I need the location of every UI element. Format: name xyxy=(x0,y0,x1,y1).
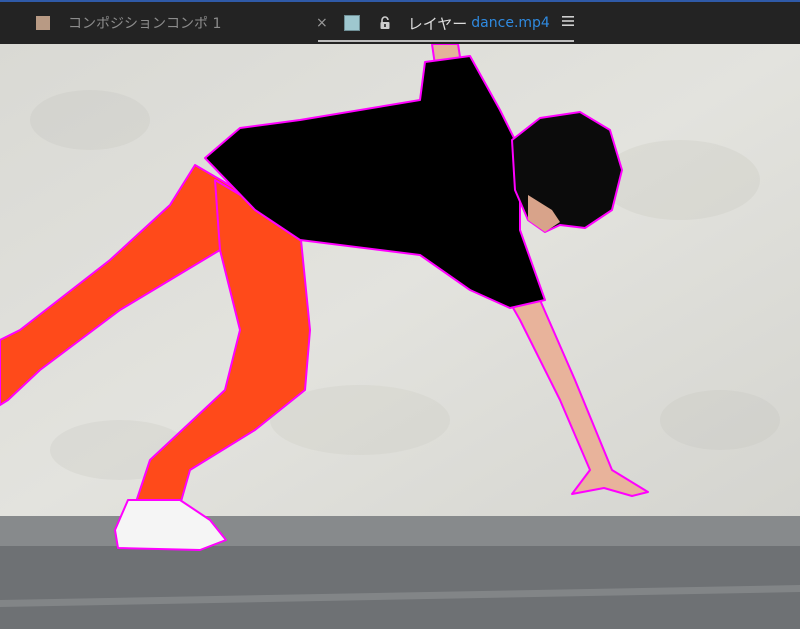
unlock-icon[interactable] xyxy=(378,16,392,30)
active-tab-indicator xyxy=(318,40,574,42)
hamburger-menu-icon[interactable] xyxy=(562,15,574,27)
layer-tab-label: レイヤー xyxy=(407,14,468,33)
video-frame xyxy=(0,44,800,629)
layer-source-file: dance.mp4 xyxy=(471,15,550,31)
layer-color-swatch xyxy=(343,15,360,31)
tab-layer[interactable]: × レイヤー dance.mp4 xyxy=(316,2,550,44)
composition-color-swatch xyxy=(36,16,50,30)
tab-composition[interactable]: コンポジションコンポ 1 xyxy=(36,2,221,44)
layer-viewer[interactable] xyxy=(0,44,800,629)
panel-tab-bar: コンポジションコンポ 1 × レイヤー dance.mp4 xyxy=(0,0,800,44)
close-tab-icon[interactable]: × xyxy=(316,15,328,31)
composition-tab-label: コンポジションコンポ 1 xyxy=(68,16,222,32)
